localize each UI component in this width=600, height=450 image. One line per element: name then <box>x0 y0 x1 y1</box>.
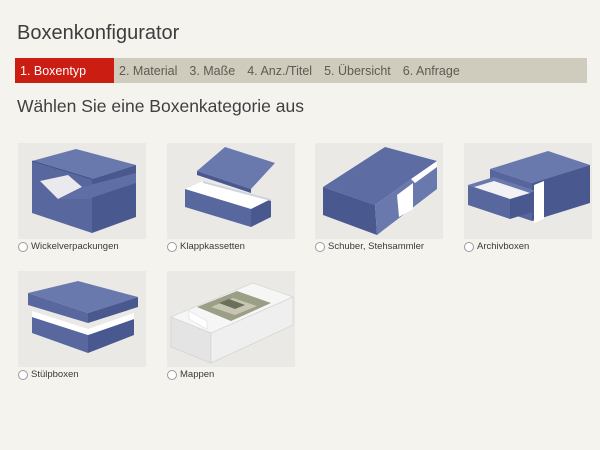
step-uebersicht[interactable]: 5. Übersicht <box>319 58 398 83</box>
step-material[interactable]: 2. Material <box>114 58 184 83</box>
category-label: Schuber, Stehsammler <box>328 241 425 252</box>
category-stuelpboxen[interactable]: Stülpboxen <box>18 271 148 386</box>
radio-schuber-stehsammler[interactable] <box>315 241 325 252</box>
category-schuber-stehsammler[interactable]: Schuber, Stehsammler <box>315 143 445 258</box>
step-anzahl-titel[interactable]: 4. Anz./Titel <box>242 58 319 83</box>
archive-box-icon[interactable] <box>464 143 592 239</box>
category-label: Archivboxen <box>477 241 530 252</box>
category-label: Klappkassetten <box>180 241 245 252</box>
step-anfrage[interactable]: 6. Anfrage <box>398 58 467 83</box>
radio-wickelverpackungen[interactable] <box>18 241 28 252</box>
category-mappen[interactable]: Mappen <box>167 271 297 386</box>
step-masse[interactable]: 3. Maße <box>184 58 242 83</box>
radio-archivboxen[interactable] <box>464 241 474 252</box>
slipcase-icon[interactable] <box>315 143 443 239</box>
radio-klappkassetten[interactable] <box>167 241 177 252</box>
folder-icon[interactable] <box>167 271 295 367</box>
radio-mappen[interactable] <box>167 369 177 380</box>
page-title: Boxenkonfigurator <box>17 22 180 44</box>
lid-box-icon[interactable] <box>18 271 146 367</box>
wrap-box-icon[interactable] <box>18 143 146 239</box>
hinged-box-icon[interactable] <box>167 143 295 239</box>
radio-stuelpboxen[interactable] <box>18 369 28 380</box>
step-boxentyp[interactable]: 1. Boxentyp <box>15 58 115 83</box>
category-label: Stülpboxen <box>31 369 79 380</box>
category-label: Mappen <box>180 369 215 380</box>
category-wickelverpackungen[interactable]: Wickelverpackungen <box>18 143 148 258</box>
category-label: Wickelverpackungen <box>31 241 119 252</box>
category-archivboxen[interactable]: Archivboxen <box>464 143 594 258</box>
category-klappkassetten[interactable]: Klappkassetten <box>167 143 297 258</box>
section-subtitle: Wählen Sie eine Boxenkategorie aus <box>17 96 304 116</box>
step-navigation: 1. Boxentyp 2. Material 3. Maße 4. Anz./… <box>15 58 587 83</box>
